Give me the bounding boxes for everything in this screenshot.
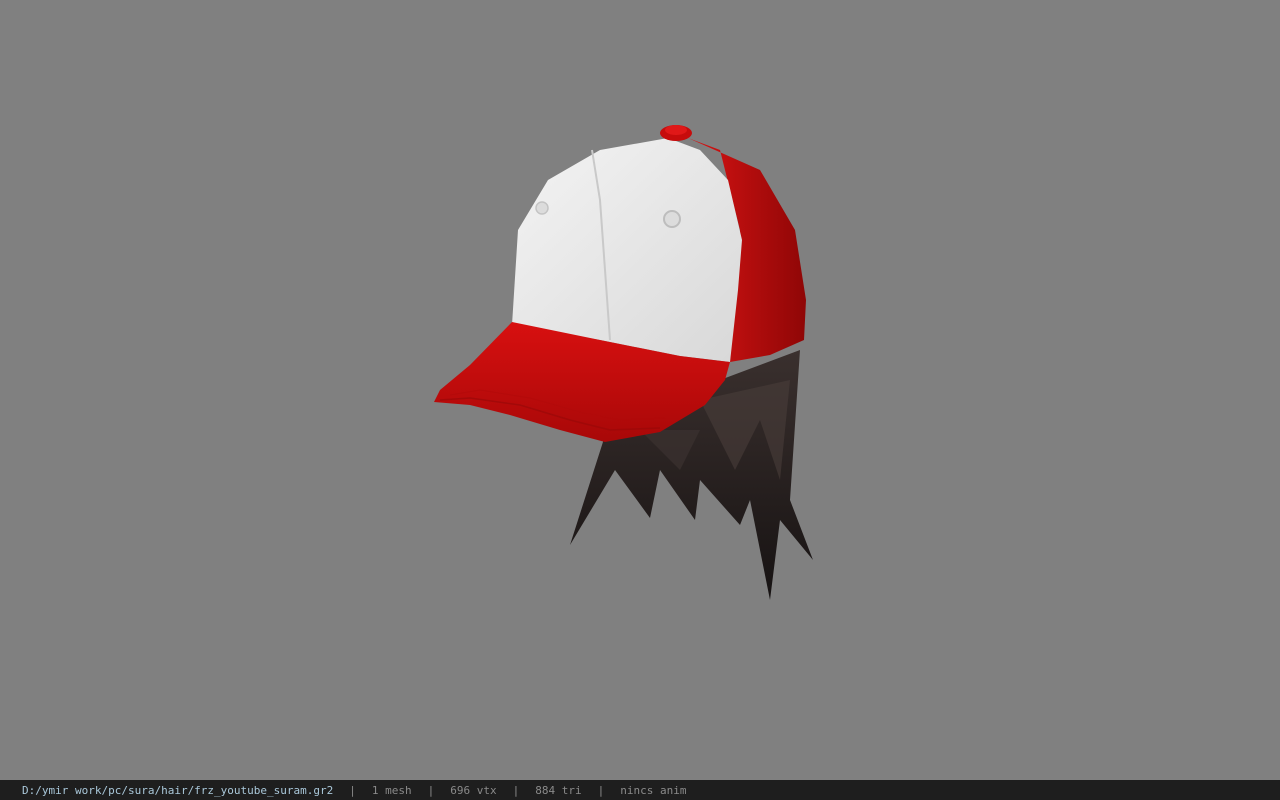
triangle-count-label: 884 tri <box>535 783 582 797</box>
3d-viewport[interactable] <box>0 0 1280 780</box>
cap-front-panel <box>512 138 742 362</box>
separator: | <box>512 783 520 797</box>
status-bar: D:/ymir work/pc/sura/hair/frz_youtube_su… <box>0 780 1280 800</box>
animation-status-label: nincs anim <box>620 783 687 797</box>
vertex-count-label: 696 vtx <box>450 783 497 797</box>
mesh-count-label: 1 mesh <box>371 783 412 797</box>
file-path-label: D:/ymir work/pc/sura/hair/frz_youtube_su… <box>22 783 334 797</box>
separator: | <box>349 783 356 797</box>
model-render <box>434 125 813 600</box>
cap-button <box>660 125 692 141</box>
separator: | <box>597 783 605 797</box>
separator: | <box>427 783 435 797</box>
